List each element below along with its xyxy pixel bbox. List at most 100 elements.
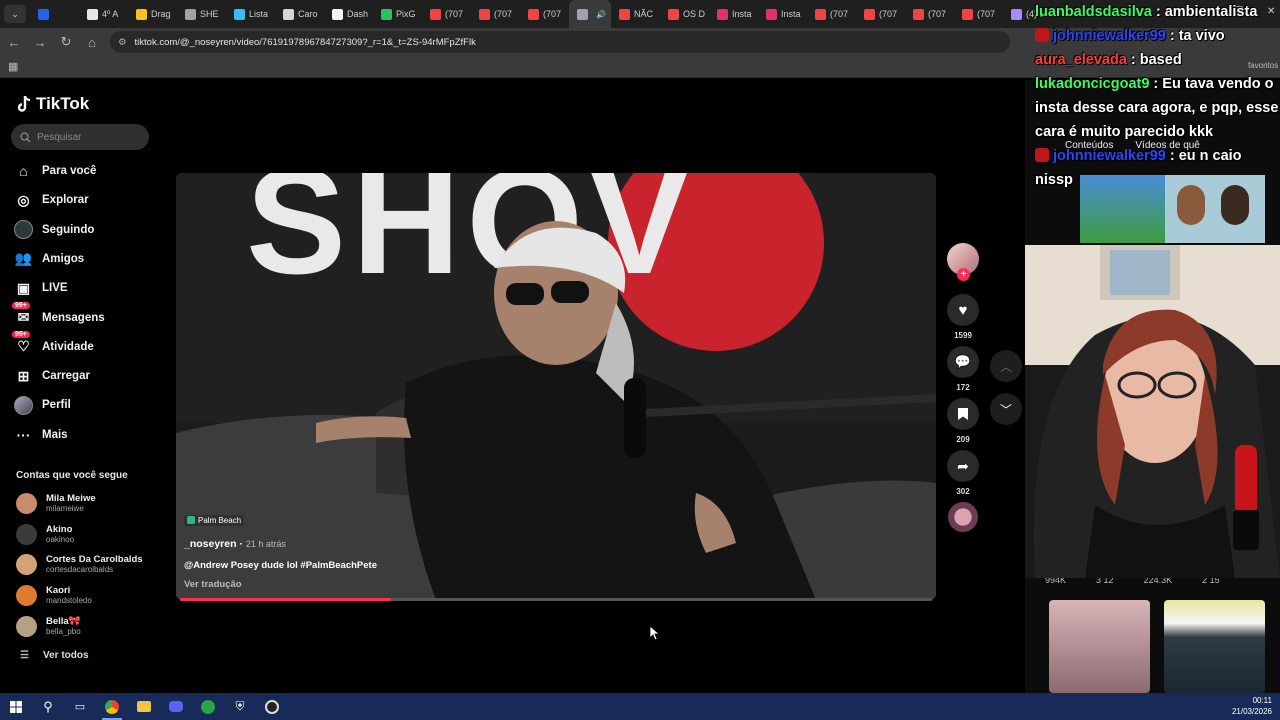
browser-tab[interactable]: PixG: [373, 0, 422, 28]
chat-user-badge-icon: [1035, 148, 1049, 162]
tab-favicon-icon: [577, 8, 588, 20]
nav-item-activity[interactable]: ♡ 99+ Atividade: [12, 331, 94, 358]
tab-search-button[interactable]: ⌄: [4, 5, 26, 23]
share-button[interactable]: ➦ 302: [947, 450, 979, 496]
music-disc-button[interactable]: [947, 502, 979, 532]
reload-icon[interactable]: ↻: [54, 30, 78, 54]
start-button[interactable]: [0, 693, 32, 720]
background-video-grid: 994K 3 12 224.3K 2 15: [1045, 575, 1275, 693]
browser-tab[interactable]: SHE: [177, 0, 226, 28]
video-caption: Palm Beach _noseyren · 21 h atrás @Andre…: [184, 511, 377, 590]
browser-tab[interactable]: (707: [422, 0, 471, 28]
author-avatar-button[interactable]: +: [947, 243, 979, 281]
tab-favicon-icon: [136, 8, 147, 20]
location-tag[interactable]: Palm Beach: [184, 514, 245, 526]
followed-account[interactable]: Cortes Da Carolbalds cortesdacarolbalds: [16, 554, 143, 576]
nav-item-messages[interactable]: ✉ 99+ Mensagens: [12, 302, 105, 329]
browser-tab[interactable]: (707: [856, 0, 905, 28]
browser-tab[interactable]: Caro: [275, 0, 324, 28]
nav-label: Seguindo: [42, 223, 95, 236]
taskbar-search-button[interactable]: ⚲: [32, 693, 64, 720]
url-field[interactable]: ⚙ tiktok.com/@_noseyren/video/7619197896…: [110, 31, 1010, 53]
nav-item-home[interactable]: ⌂ Para você: [14, 160, 96, 182]
tab-label: Caro: [298, 9, 318, 19]
browser-tab[interactable]: (707: [520, 0, 569, 28]
browser-tab[interactable]: 4º A: [79, 0, 128, 28]
bookmark-icon: [958, 408, 968, 420]
nav-item-more[interactable]: ··· Mais: [14, 424, 68, 446]
activity-icon: ♡ 99+: [12, 331, 33, 356]
tab-label: Insta: [781, 9, 801, 19]
taskbar-chrome[interactable]: [96, 693, 128, 720]
account-name: Bella🎀: [46, 615, 81, 627]
followed-account[interactable]: Bella🎀 bella_pbo: [16, 615, 81, 637]
like-button[interactable]: ♥ 1599: [947, 294, 979, 340]
save-count: 209: [956, 435, 970, 444]
comment-button[interactable]: 💬 172: [947, 346, 979, 392]
browser-tab[interactable]: (707: [471, 0, 520, 28]
browser-tab[interactable]: Lista: [226, 0, 275, 28]
translate-link[interactable]: Ver tradução: [184, 579, 377, 590]
tab-label: (707: [494, 9, 513, 19]
follow-plus-icon[interactable]: +: [957, 268, 970, 281]
tab-favicon-icon: [913, 8, 924, 20]
system-clock[interactable]: 00:11 21/03/2026: [1232, 695, 1272, 717]
taskbar-discord[interactable]: [160, 693, 192, 720]
tab-label: Insta: [732, 9, 752, 19]
chat-user-badge-icon: [1035, 28, 1049, 42]
nav-item-following[interactable]: Seguindo: [14, 219, 94, 241]
account-handle: cortesdacarolbalds: [46, 565, 114, 575]
apps-icon[interactable]: ▦: [8, 60, 18, 73]
taskbar-security[interactable]: ⛨: [224, 693, 256, 720]
chat-message: aura_elevada: based: [1035, 48, 1280, 72]
video-progress-bar[interactable]: [180, 598, 932, 601]
followed-account[interactable]: Mila Meiwe milameiwe: [16, 493, 96, 514]
back-icon[interactable]: ←: [2, 30, 26, 54]
followed-account[interactable]: Akino oakinoo: [16, 523, 74, 545]
save-button[interactable]: 209: [947, 398, 979, 444]
home-button-icon[interactable]: ⌂: [80, 30, 104, 54]
nav-label: Atividade: [42, 340, 94, 353]
nav-item-friends[interactable]: 👥 Amigos: [14, 248, 84, 270]
chrome-icon: [105, 699, 119, 714]
browser-tab[interactable]: Insta: [709, 0, 758, 28]
search-input[interactable]: Pesquisar: [11, 124, 149, 150]
obs-icon: [265, 699, 279, 714]
nav-label: Amigos: [42, 252, 85, 265]
see-all-button[interactable]: ☰ Ver todos: [20, 650, 89, 661]
audio-playing-icon[interactable]: 🔊: [596, 10, 606, 19]
browser-tab[interactable]: Drag: [128, 0, 177, 28]
nav-item-live[interactable]: ▣ LIVE: [14, 277, 68, 299]
chat-username: johnniewalker99: [1053, 148, 1166, 164]
tiktok-logo[interactable]: TikTok: [16, 94, 89, 114]
nav-item-compass[interactable]: ◎ Explorar: [14, 189, 88, 211]
tab-favicon-icon: [332, 8, 343, 20]
browser-tab[interactable]: (707: [905, 0, 954, 28]
previous-video-button[interactable]: ︿: [990, 350, 1022, 382]
browser-tab[interactable]: OS D: [660, 0, 709, 28]
browser-tab[interactable]: 🔊×: [569, 0, 611, 28]
browser-tab[interactable]: [30, 0, 79, 28]
task-view-button[interactable]: ▭: [64, 693, 96, 720]
browser-tab[interactable]: Insta: [758, 0, 807, 28]
nav-item-profile[interactable]: Perfil: [14, 394, 71, 416]
browser-tab[interactable]: (707: [954, 0, 1003, 28]
next-video-button[interactable]: ﹀: [990, 393, 1022, 425]
followed-account[interactable]: Kaori mandstoledo: [16, 585, 92, 607]
video-description: @Andrew Posey dude lol #PalmBeachPete: [184, 560, 377, 571]
taskbar-explorer[interactable]: [128, 693, 160, 720]
comment-icon: 💬: [954, 354, 972, 369]
avatar: [16, 493, 37, 514]
taskbar-obs[interactable]: [256, 693, 288, 720]
forward-icon[interactable]: →: [28, 30, 52, 54]
video-progress-fill: [180, 598, 391, 601]
browser-tab[interactable]: Dash: [324, 0, 373, 28]
nav-item-upload[interactable]: ⊞ Carregar: [14, 365, 90, 387]
video-player[interactable]: SHOV Palm Beach _noseyren · 21 h atrás @…: [176, 173, 936, 600]
taskbar-xbox[interactable]: [192, 693, 224, 720]
browser-tab[interactable]: (707: [807, 0, 856, 28]
comment-count: 172: [956, 383, 970, 392]
site-settings-icon[interactable]: ⚙: [118, 37, 127, 48]
video-author[interactable]: _noseyren · 21 h atrás: [184, 538, 377, 550]
browser-tab[interactable]: NÃC: [611, 0, 660, 28]
